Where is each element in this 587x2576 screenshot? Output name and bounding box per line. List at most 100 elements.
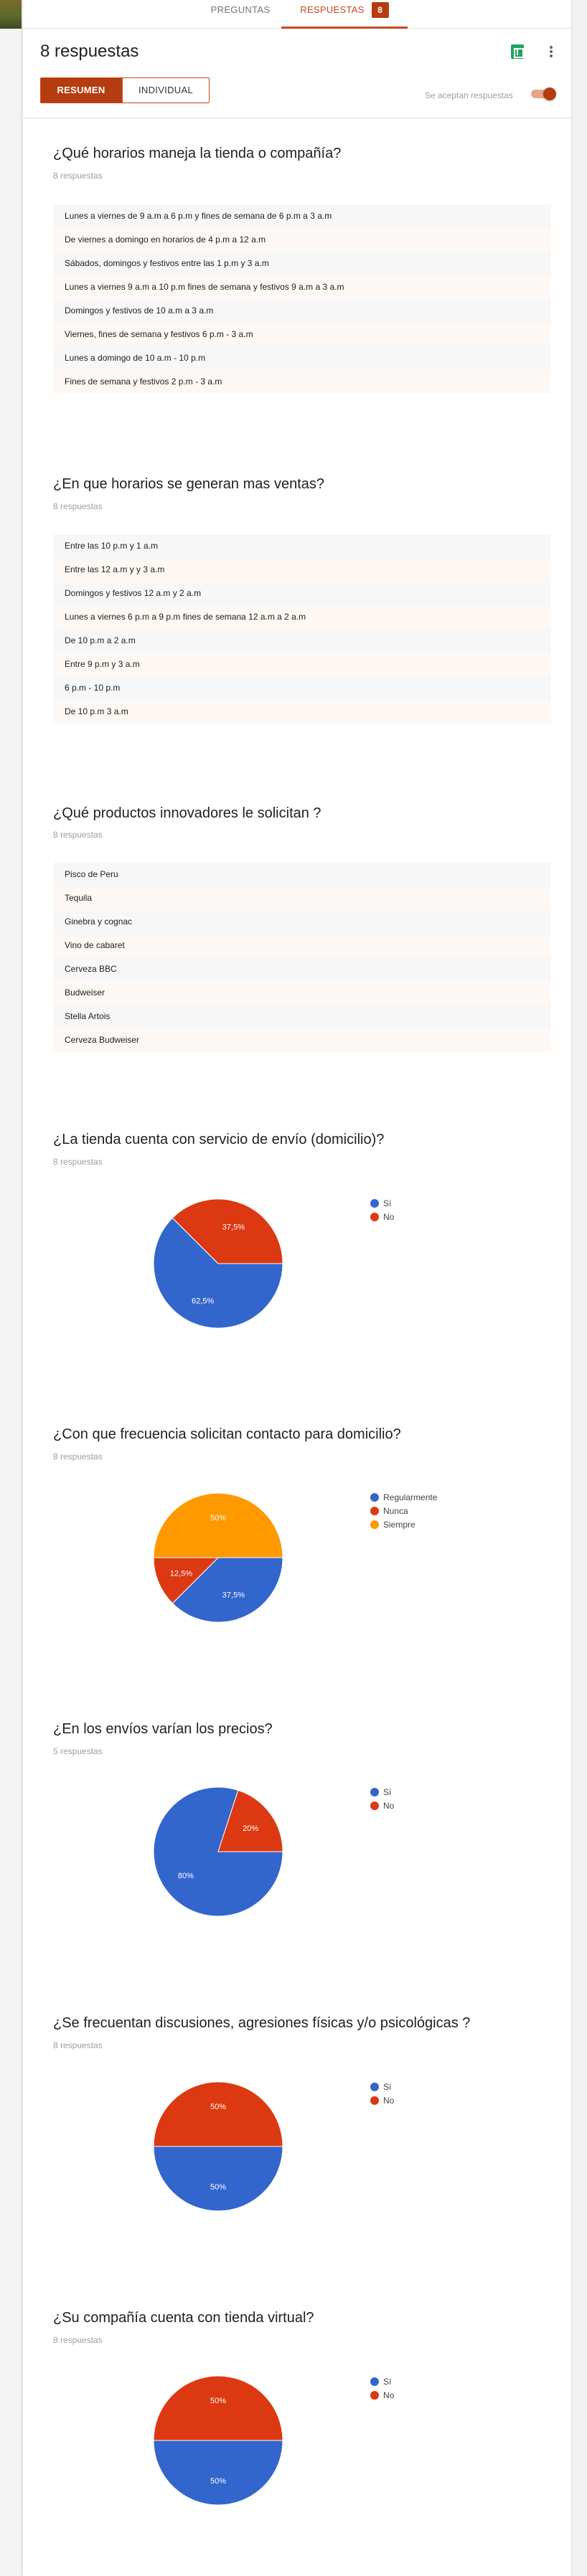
legend-item: Sí (370, 1196, 394, 1210)
tab-preguntas[interactable]: PREGUNTAS (194, 0, 287, 29)
answer-item: Tequila (53, 886, 551, 910)
pie-chart: 62,5% 37,5% (152, 1198, 284, 1330)
chart-legend: Sí No (370, 2080, 394, 2107)
question-title: ¿Qué productos innovadores le solicitan … (53, 805, 321, 821)
pie-chart: 37,5% 12,5% 50% (152, 1492, 284, 1624)
chart-legend: Sí No (370, 2374, 394, 2402)
legend-swatch (370, 1198, 379, 1208)
pie-data-label: 50% (210, 2103, 226, 2111)
answer-item: Lunes a viernes de 9 a.m a 6 p.m y fines… (53, 204, 551, 228)
legend-item: No (370, 1210, 394, 1223)
legend-swatch (370, 1801, 379, 1810)
accepting-responses-toggle[interactable] (531, 87, 557, 100)
more-options-icon[interactable] (545, 44, 557, 59)
legend-swatch (370, 1787, 379, 1796)
legend-label: Sí (383, 2081, 392, 2092)
legend-label: No (383, 1800, 395, 1811)
question-title: ¿Con que frecuencia solicitan contacto p… (53, 1426, 401, 1442)
legend-swatch (370, 2096, 379, 2105)
spreadsheet-icon[interactable] (511, 44, 524, 59)
pie-chart: 50% 50% (152, 2080, 284, 2212)
accepting-responses-label: Se aceptan respuestas (425, 90, 513, 100)
answer-item: Lunes a domingo de 10 a.m - 10 p.m (53, 346, 551, 370)
answer-item: Entre las 12 a.m y y 3 a.m (53, 558, 551, 582)
answer-item: De 10 p.m a 2 a.m (53, 629, 551, 653)
pie-slice[interactable] (153, 1492, 283, 1558)
answer-item: Cerveza Budweiser (53, 1028, 551, 1052)
legend-swatch (370, 1212, 379, 1221)
answer-list: Lunes a viernes de 9 a.m a 6 p.m y fines… (53, 204, 551, 394)
form-tabs: PREGUNTAS RESPUESTAS 8 (23, 0, 571, 29)
answer-item: Lunes a viernes 6 p.m a 9 p.m fines de s… (53, 605, 551, 629)
legend-item: No (370, 2388, 394, 2402)
pie-slice[interactable] (153, 2081, 283, 2147)
answer-item: De viernes a domingo en horarios de 4 p.… (53, 228, 551, 252)
pie-data-label: 37,5% (222, 1223, 245, 1231)
answer-item: Ginebra y cognac (53, 910, 551, 934)
question-response-count: 8 respuestas (53, 830, 103, 840)
pie-slice[interactable] (153, 2146, 283, 2212)
responses-title: 8 respuestas (40, 42, 139, 61)
right-margin (571, 0, 587, 2576)
legend-label: No (383, 2390, 395, 2400)
question-title: ¿Su compañía cuenta con tienda virtual? (53, 2310, 314, 2326)
tab-respuestas[interactable]: RESPUESTAS 8 (281, 0, 408, 29)
answer-item: Sábados, domingos y festivos entre las 1… (53, 252, 551, 275)
answer-item: Entre 9 p.m y 3 a.m (53, 653, 551, 676)
responses-count-badge: 8 (371, 2, 389, 18)
answer-item: Lunes a viernes 9 a.m a 10 p.m fines de … (53, 275, 551, 299)
legend-label: No (383, 1211, 395, 1222)
chart-legend: Sí No (370, 1196, 394, 1223)
question-title: ¿En que horarios se generan mas ventas? (53, 476, 324, 492)
pie-chart: 50% 50% (152, 2374, 284, 2506)
chart-legend: Sí No (370, 1785, 394, 1812)
chart-legend: Regularmente Nunca Siempre (370, 1490, 437, 1531)
legend-label: Siempre (383, 1519, 415, 1530)
left-margin (0, 29, 22, 2576)
answer-item: 6 p.m - 10 p.m (53, 676, 551, 700)
summary-button[interactable]: RESUMEN (40, 77, 122, 103)
pie-data-label: 50% (210, 2397, 226, 2405)
legend-item: Sí (370, 2080, 394, 2093)
legend-item: No (370, 2093, 394, 2107)
pie-svg: 62,5% 37,5% (153, 1198, 283, 1329)
pie-chart: 80% 20% (152, 1786, 284, 1918)
answer-list: Pisco de Peru Tequila Ginebra y cognac V… (53, 863, 551, 1052)
answer-item: Fines de semana y festivos 2 p.m - 3 a.m (53, 370, 551, 394)
pie-slice[interactable] (153, 2440, 283, 2506)
legend-label: Sí (383, 1198, 392, 1208)
answer-item: Budweiser (53, 981, 551, 1005)
pie-data-label: 12,5% (170, 1569, 192, 1578)
legend-item: No (370, 1799, 394, 1812)
answer-item: Stella Artois (53, 1005, 551, 1028)
legend-swatch (370, 2377, 379, 2386)
answer-list: Entre las 10 p.m y 1 a.m Entre las 12 a.… (53, 534, 551, 724)
pie-svg: 50% 50% (153, 2375, 283, 2506)
legend-item: Sí (370, 2374, 394, 2388)
legend-label: No (383, 2095, 395, 2106)
answer-item: Cerveza BBC (53, 957, 551, 981)
question-response-count: 8 respuestas (53, 1452, 103, 1462)
answer-item: De 10 p.m 3 a.m (53, 700, 551, 724)
legend-swatch (370, 1520, 379, 1529)
legend-label: Sí (383, 2376, 392, 2387)
legend-swatch (370, 1492, 379, 1502)
pie-svg: 37,5% 12,5% 50% (153, 1492, 283, 1623)
pie-data-label: 20% (243, 1824, 258, 1833)
legend-label: Regularmente (383, 1492, 438, 1502)
question-title: ¿La tienda cuenta con servicio de envío … (53, 1132, 385, 1147)
legend-item: Sí (370, 1785, 394, 1799)
answer-item: Entre las 10 p.m y 1 a.m (53, 534, 551, 558)
legend-swatch (370, 1506, 379, 1515)
pie-data-label: 80% (178, 1872, 194, 1880)
answer-item: Pisco de Peru (53, 863, 551, 886)
question-response-count: 8 respuestas (53, 501, 103, 511)
individual-button[interactable]: INDIVIDUAL (122, 77, 210, 103)
responses-card: PREGUNTAS RESPUESTAS 8 8 respuestas RESUM… (23, 0, 571, 2576)
legend-swatch (370, 2082, 379, 2091)
question-title: ¿Qué horarios maneja la tienda o compañí… (53, 146, 342, 161)
pie-slice[interactable] (153, 2375, 283, 2441)
pie-data-label: 50% (210, 2183, 226, 2192)
question-response-count: 8 respuestas (53, 2335, 103, 2345)
answer-item: Domingos y festivos de 10 a.m a 3 a.m (53, 299, 551, 323)
